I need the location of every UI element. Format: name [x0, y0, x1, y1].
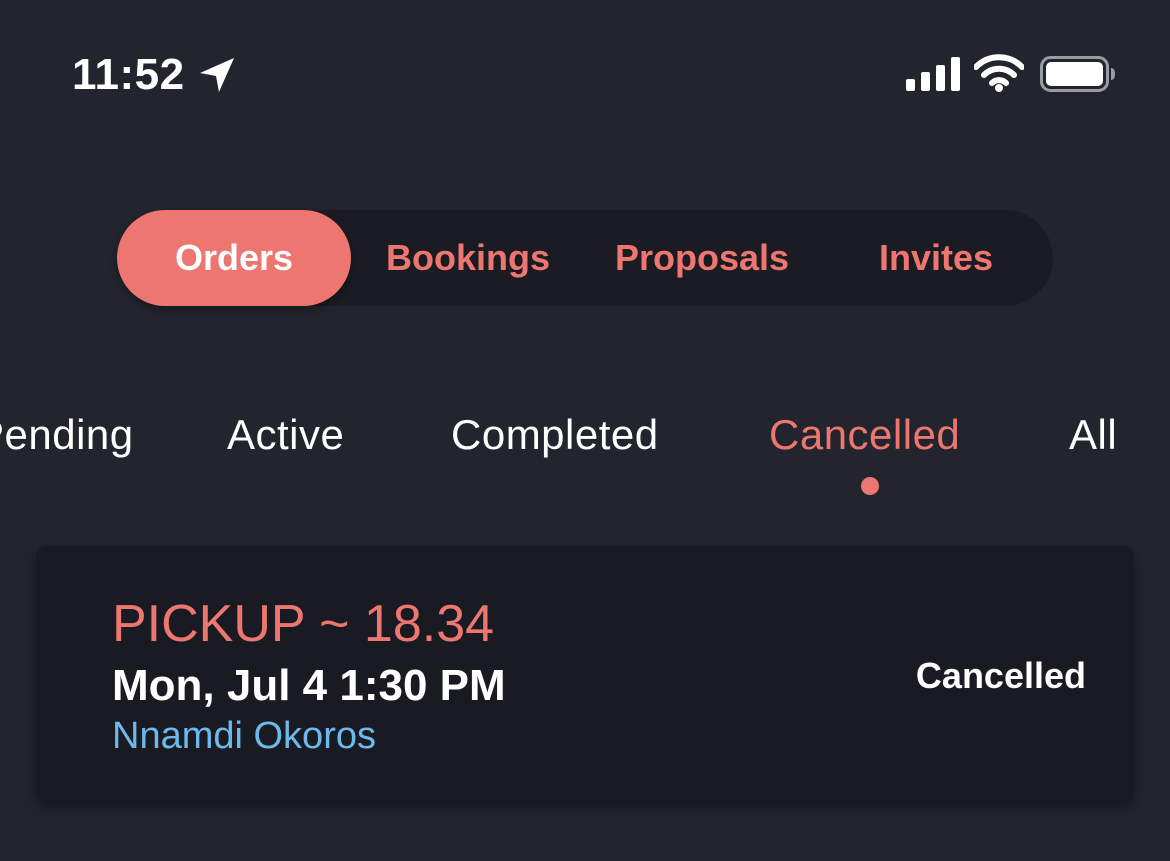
- filter-tab-completed[interactable]: Completed: [451, 408, 659, 462]
- wifi-icon: [974, 54, 1024, 92]
- location-arrow-icon: [200, 58, 234, 92]
- segmented-control: Orders Bookings Proposals Invites: [117, 210, 1053, 306]
- filter-tab-active[interactable]: Active: [227, 408, 344, 462]
- segment-orders[interactable]: Orders: [117, 210, 351, 306]
- filter-tab-all[interactable]: All: [1069, 408, 1117, 462]
- order-title: PICKUP ~ 18.34: [112, 595, 495, 653]
- segment-bookings[interactable]: Bookings: [351, 210, 585, 306]
- battery-icon: [1040, 56, 1115, 92]
- segment-invites[interactable]: Invites: [819, 210, 1053, 306]
- status-time: 11:52: [72, 50, 185, 99]
- segment-proposals[interactable]: Proposals: [585, 210, 819, 306]
- order-status: Cancelled: [915, 655, 1086, 696]
- filter-tab-cancelled[interactable]: Cancelled: [769, 408, 960, 462]
- orders-screen: 11:52 Orders Bookings Proposals Invites …: [0, 0, 1170, 861]
- filter-tab-pending[interactable]: Pending: [0, 408, 134, 462]
- cellular-signal-icon: [906, 57, 960, 91]
- order-customer-name[interactable]: Nnamdi Okoros: [112, 713, 376, 759]
- order-card[interactable]: PICKUP ~ 18.34 Mon, Jul 4 1:30 PM Nnamdi…: [36, 546, 1134, 802]
- order-datetime: Mon, Jul 4 1:30 PM: [112, 661, 506, 710]
- selected-tab-indicator: [861, 477, 879, 495]
